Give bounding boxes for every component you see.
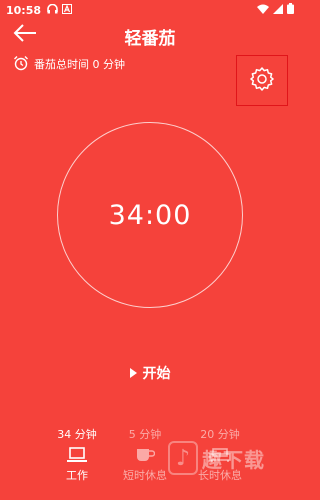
mode-duration: 5 分钟 [128, 428, 162, 441]
mode-label: 短时休息 [123, 469, 167, 482]
page-title: 轻番茄 [124, 29, 176, 49]
gear-icon [249, 66, 275, 96]
alarm-clock-icon [13, 55, 29, 74]
wifi-icon [257, 4, 269, 17]
a-badge-icon [62, 3, 73, 17]
watermark: ♪ 趣下载 [168, 426, 298, 490]
coffee-cup-icon [135, 444, 155, 466]
title-bar: 轻番茄 [0, 20, 300, 50]
music-note-logo: ♪ [168, 441, 198, 475]
total-time-text: 番茄总时间 0 分钟 [34, 58, 125, 71]
signal-icon [273, 3, 283, 17]
status-right [257, 3, 294, 17]
timer-display: 34:00 [108, 199, 192, 231]
timer-circle: 34:00 [57, 122, 243, 308]
start-button[interactable]: 开始 [118, 360, 182, 386]
status-bar: 10:58 [0, 0, 300, 20]
headset-icon [47, 3, 58, 17]
total-time-row: 番茄总时间 0 分钟 [13, 55, 125, 73]
battery-icon [287, 3, 294, 17]
status-time: 10:58 [6, 3, 42, 17]
start-label: 开始 [142, 366, 171, 382]
mode-label: 工作 [66, 469, 88, 482]
laptop-icon [66, 444, 88, 466]
watermark-text: 趣下载 [202, 447, 265, 472]
mode-duration: 34 分钟 [57, 428, 97, 441]
play-icon [129, 368, 137, 378]
settings-button[interactable] [236, 55, 288, 106]
